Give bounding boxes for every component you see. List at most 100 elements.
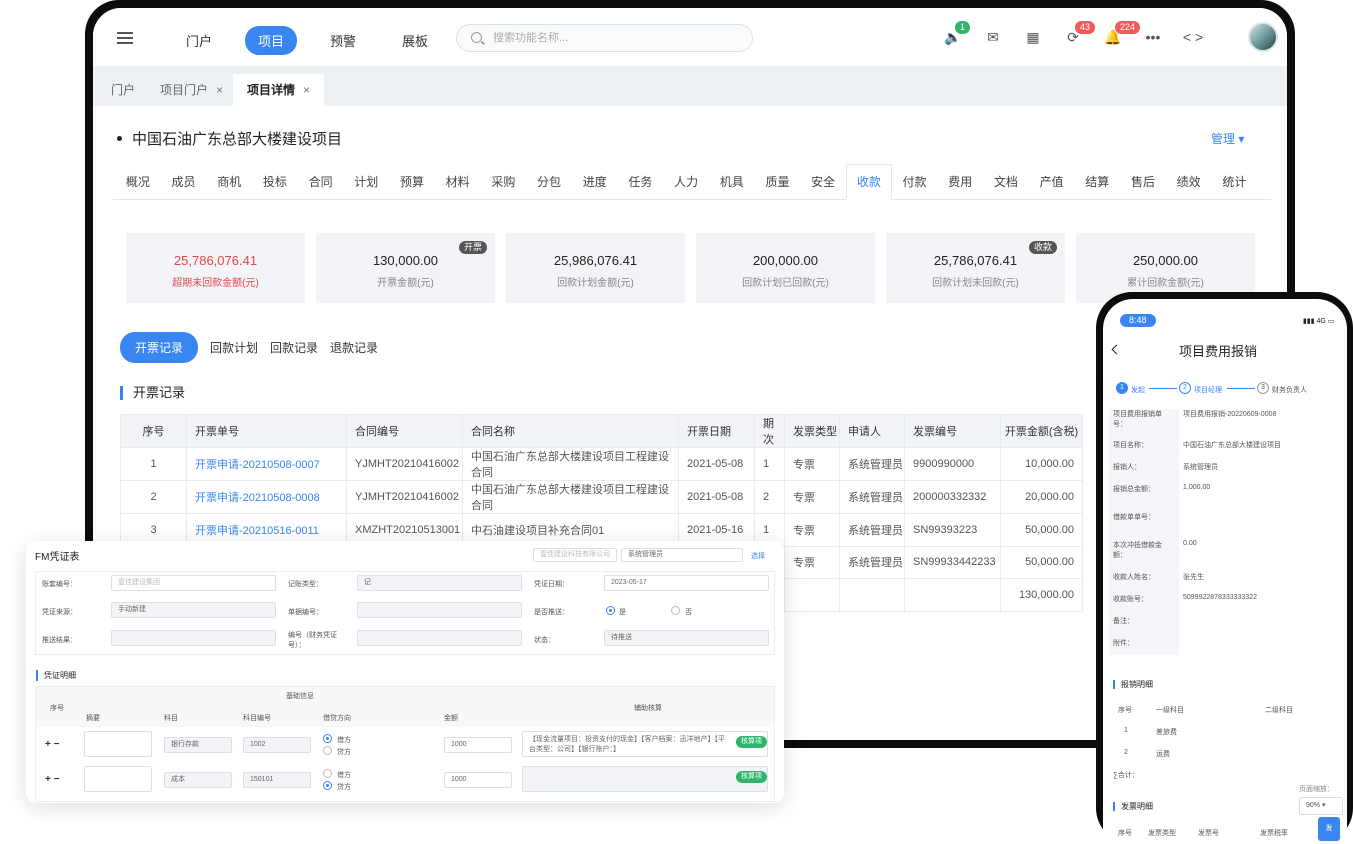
zoom-select[interactable]: 90% ▾ bbox=[1299, 797, 1343, 815]
nav-alert[interactable]: 预警 bbox=[317, 26, 369, 55]
module-tab[interactable]: 成员 bbox=[161, 170, 207, 206]
manage-dropdown[interactable]: 管理 ▾ bbox=[1211, 130, 1244, 147]
push-no-radio[interactable] bbox=[671, 606, 680, 615]
bell-icon[interactable]: 🔔 224 bbox=[1093, 21, 1141, 48]
debit-radio[interactable] bbox=[323, 769, 332, 778]
module-tab[interactable]: 费用 bbox=[937, 170, 983, 206]
debit-radio[interactable] bbox=[323, 734, 332, 743]
source-field[interactable]: 手动新建 bbox=[111, 602, 276, 618]
status-field[interactable]: 待推送 bbox=[604, 630, 769, 646]
module-tab[interactable]: 商机 bbox=[206, 170, 252, 206]
mail-icon[interactable]: ✉ bbox=[973, 26, 1013, 48]
field-label: 借款单单号： bbox=[1113, 514, 1155, 521]
column-header: 开票日期 bbox=[678, 414, 755, 448]
avatar[interactable] bbox=[1248, 22, 1278, 52]
module-tab[interactable]: 计划 bbox=[343, 170, 389, 206]
nav-board[interactable]: 展板 bbox=[389, 26, 441, 55]
module-tab[interactable]: 合同 bbox=[298, 170, 344, 206]
phone-frame: 8:48 ▮▮▮ 4G ▭ 项目费用报销 1 发起 2 项目经理 3 财务负责人… bbox=[1096, 292, 1353, 844]
doc-number-field[interactable] bbox=[357, 602, 522, 618]
subject-field[interactable]: 银行存款 bbox=[164, 737, 232, 753]
module-tab[interactable]: 材料 bbox=[435, 170, 481, 206]
tab-invoice-records[interactable]: 开票记录 bbox=[120, 332, 199, 363]
nav-project[interactable]: 项目 bbox=[245, 26, 298, 55]
subject-code-field[interactable]: 1002 bbox=[243, 737, 311, 753]
module-tab[interactable]: 售后 bbox=[1120, 170, 1166, 206]
table-cell[interactable]: 开票申请-20210508-0007 bbox=[186, 447, 347, 481]
module-tab[interactable]: 质量 bbox=[755, 170, 801, 206]
close-icon[interactable]: × bbox=[216, 83, 223, 97]
module-tab[interactable]: 投标 bbox=[252, 170, 298, 206]
module-tab[interactable]: 进度 bbox=[572, 170, 618, 206]
summary-input[interactable] bbox=[84, 766, 152, 792]
float-action-button[interactable]: 发 bbox=[1318, 817, 1340, 841]
menu-icon[interactable] bbox=[117, 32, 133, 44]
field-label: 报销总金额： bbox=[1113, 486, 1155, 493]
module-tab[interactable]: 收款 bbox=[846, 164, 892, 200]
module-tab[interactable]: 预算 bbox=[389, 170, 435, 206]
credit-radio[interactable] bbox=[323, 781, 332, 790]
module-tab[interactable]: 文档 bbox=[983, 170, 1029, 206]
summary-card: 25,786,076.41 超期未回款金额(元) bbox=[126, 233, 305, 303]
table-cell: 中国石油广东总部大楼建设项目工程建设合同 bbox=[462, 447, 679, 481]
tab-portal[interactable]: 门户 bbox=[97, 74, 149, 106]
tab-project-portal[interactable]: 项目门户 × bbox=[146, 74, 237, 106]
push-result-field[interactable] bbox=[111, 630, 276, 646]
module-tab[interactable]: 机具 bbox=[709, 170, 755, 206]
aux-field[interactable] bbox=[522, 766, 768, 792]
choose-link[interactable]: 选择 bbox=[751, 551, 765, 561]
module-tab[interactable]: 绩效 bbox=[1166, 170, 1212, 206]
module-tab[interactable]: 付款 bbox=[892, 170, 938, 206]
tab-payment-records[interactable]: 回款记录 bbox=[270, 339, 318, 356]
subject-code-field[interactable]: 150101 bbox=[243, 772, 311, 788]
subject-field[interactable]: 成本 bbox=[164, 772, 232, 788]
module-tab[interactable]: 任务 bbox=[618, 170, 664, 206]
user-select[interactable]: 系统管理员 bbox=[621, 548, 743, 562]
summary-card: 130,000.00 开票金额(元) 开票 bbox=[316, 233, 495, 303]
voucher-number-field[interactable] bbox=[357, 630, 522, 646]
tab-refund-records[interactable]: 退款记录 bbox=[330, 339, 378, 356]
module-tab[interactable]: 产值 bbox=[1029, 170, 1075, 206]
company-select[interactable]: 壹佳建设科技有限公司 bbox=[533, 548, 617, 562]
tab-payment-plan[interactable]: 回款计划 bbox=[210, 339, 258, 356]
detail-title: 凭证明细 bbox=[36, 670, 76, 681]
table-cell: 200000332332 bbox=[904, 480, 1001, 514]
table-cell: 系统管理员 bbox=[839, 545, 905, 579]
nav-portal[interactable]: 门户 bbox=[173, 26, 225, 55]
summary-input[interactable] bbox=[84, 731, 152, 757]
module-tab[interactable]: 统计 bbox=[1212, 170, 1258, 206]
code-icon[interactable]: < > bbox=[1173, 26, 1213, 48]
credit-radio[interactable] bbox=[323, 746, 332, 755]
table-cell: 50,000.00 bbox=[1000, 513, 1083, 547]
module-tab[interactable]: 安全 bbox=[800, 170, 846, 206]
summary-card: 200,000.00 回款计划已回款(元) bbox=[696, 233, 875, 303]
tab-project-detail[interactable]: 项目详情 × bbox=[233, 74, 325, 106]
amount-input[interactable]: 1000 bbox=[444, 772, 512, 788]
calendar-icon[interactable]: ▦ bbox=[1013, 26, 1053, 48]
aux-field[interactable]: 【现金流量项目：投资支付的现金】【客户档案：迅洋地产】【平台类型：公司】【银行账… bbox=[522, 731, 768, 757]
push-yes-radio[interactable] bbox=[606, 606, 615, 615]
search-input[interactable]: 搜索功能名称... bbox=[456, 24, 753, 52]
megaphone-icon[interactable]: 🔈 1 bbox=[933, 21, 973, 48]
module-tab[interactable]: 采购 bbox=[481, 170, 527, 206]
table-cell: 1 bbox=[754, 447, 785, 481]
sync-icon[interactable]: ⟳ 43 bbox=[1053, 21, 1096, 48]
date-field[interactable]: 2023-05-17 bbox=[604, 575, 769, 591]
module-tab[interactable]: 概况 bbox=[115, 170, 161, 206]
more-icon[interactable]: ••• bbox=[1133, 26, 1173, 48]
aux-button[interactable]: 核算项 bbox=[736, 771, 767, 783]
table-cell: 专票 bbox=[784, 480, 840, 514]
top-bar: 门户 项目 预警 展板 搜索功能名称... 🔈 1 ✉ ▦ ⟳ 43 🔔 224 ••… bbox=[93, 8, 1287, 66]
module-tab[interactable]: 人力 bbox=[663, 170, 709, 206]
row-ops[interactable]: + − bbox=[45, 774, 59, 785]
type-field[interactable]: 记 bbox=[357, 575, 522, 591]
close-icon[interactable]: × bbox=[303, 83, 310, 97]
aux-button[interactable]: 核算项 bbox=[736, 736, 767, 748]
amount-input[interactable]: 1000 bbox=[444, 737, 512, 753]
book-select[interactable]: 壹佳建设集团 bbox=[111, 575, 276, 591]
row-ops[interactable]: + − bbox=[45, 739, 59, 750]
module-tab[interactable]: 结算 bbox=[1074, 170, 1120, 206]
module-tab[interactable]: 分包 bbox=[526, 170, 572, 206]
table-cell[interactable]: 开票申请-20210508-0008 bbox=[186, 480, 347, 514]
column-header: 开票金额(含税) bbox=[1000, 414, 1083, 448]
